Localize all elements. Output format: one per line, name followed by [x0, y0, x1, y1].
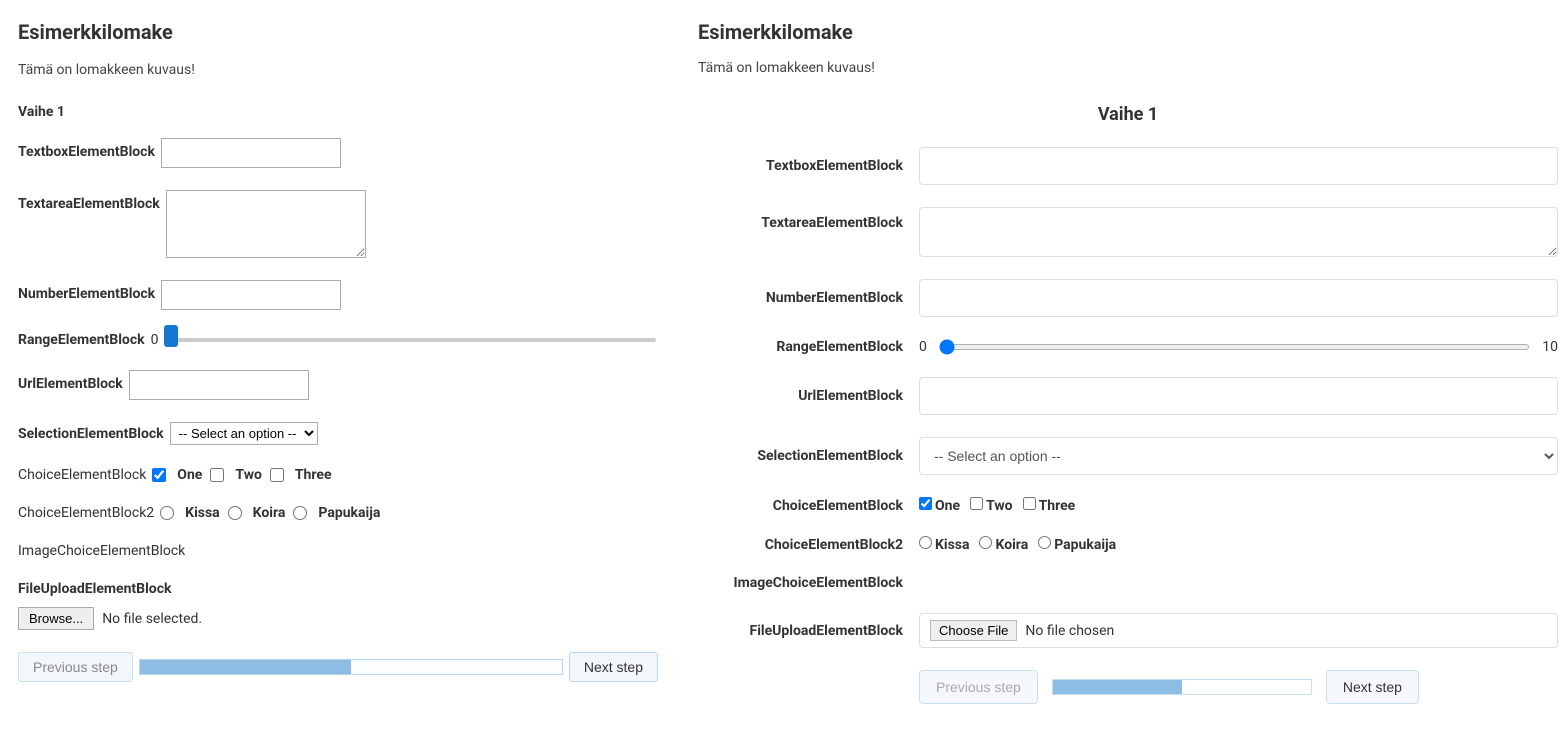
choice2-kissa-radio[interactable] — [160, 506, 174, 520]
textbox-label: TextboxElementBlock — [698, 158, 903, 174]
choice2-kissa-label: Kissa — [185, 505, 219, 521]
choice2-label: ChoiceElementBlock2 — [18, 505, 154, 521]
choice-one-checkbox[interactable] — [152, 468, 166, 482]
choice2-koira-radio[interactable] — [979, 536, 992, 549]
choice-one-label: One — [935, 498, 960, 514]
choice-three-checkbox[interactable] — [1023, 497, 1036, 510]
form-title: Esimerkkilomake — [698, 20, 1558, 44]
previous-step-button[interactable]: Previous step — [18, 652, 133, 682]
progress-fill — [140, 660, 351, 674]
form-title: Esimerkkilomake — [18, 20, 658, 44]
textarea-label: TextareaElementBlock — [698, 207, 903, 231]
range-label: RangeElementBlock — [698, 339, 903, 355]
choice-three-label: Three — [1039, 498, 1076, 514]
form-description: Tämä on lomakkeen kuvaus! — [18, 62, 658, 78]
url-input[interactable] — [919, 377, 1558, 415]
choice-two-label: Two — [986, 498, 1013, 514]
textarea-label: TextareaElementBlock — [18, 190, 160, 212]
choice2-papukaija-label: Papukaija — [1054, 537, 1116, 553]
textbox-input[interactable] — [161, 138, 341, 168]
choice2-group: Kissa Koira Papukaija — [919, 536, 1558, 553]
choice2-koira-label: Koira — [995, 537, 1028, 553]
form-variant-right: Esimerkkilomake Tämä on lomakkeen kuvaus… — [698, 20, 1558, 704]
file-browse-button[interactable]: Choose File — [930, 620, 1017, 641]
textbox-label: TextboxElementBlock — [18, 138, 155, 160]
range-label: RangeElementBlock — [18, 332, 145, 348]
range-max: 10 — [1542, 339, 1558, 355]
file-browse-button[interactable]: Browse... — [18, 607, 94, 630]
url-input[interactable] — [129, 370, 309, 400]
step-nav: Previous step Next step — [18, 652, 658, 682]
selection-input[interactable]: -- Select an option -- — [170, 422, 318, 445]
number-label: NumberElementBlock — [698, 290, 903, 306]
number-input[interactable] — [919, 279, 1558, 317]
choice-label: ChoiceElementBlock — [698, 498, 903, 514]
file-status: No file selected. — [102, 611, 202, 627]
progress-fill — [1053, 680, 1182, 694]
choice-two-label: Two — [235, 467, 262, 483]
form-variant-left: Esimerkkilomake Tämä on lomakkeen kuvaus… — [18, 20, 658, 704]
choice-group: One Two Three — [152, 467, 331, 483]
choice2-kissa-label: Kissa — [935, 537, 969, 553]
fileupload-label: FileUploadElementBlock — [698, 623, 903, 639]
url-label: UrlElementBlock — [698, 388, 903, 404]
selection-label: SelectionElementBlock — [698, 448, 903, 464]
fileupload-label: FileUploadElementBlock — [18, 581, 171, 597]
choice2-label: ChoiceElementBlock2 — [698, 537, 903, 553]
selection-input[interactable]: -- Select an option -- — [919, 437, 1558, 475]
choice-one-checkbox[interactable] — [919, 497, 932, 510]
choice2-papukaija-label: Papukaija — [318, 505, 380, 521]
choice2-papukaija-radio[interactable] — [1038, 536, 1051, 549]
range-input[interactable] — [164, 338, 656, 342]
choice-three-label: Three — [295, 467, 332, 483]
step-heading: Vaihe 1 — [698, 104, 1558, 125]
textarea-input[interactable] — [166, 190, 366, 258]
selection-label: SelectionElementBlock — [18, 426, 164, 442]
choice2-koira-label: Koira — [253, 505, 286, 521]
choice2-group: Kissa Koira Papukaija — [160, 505, 380, 521]
number-input[interactable] — [161, 280, 341, 310]
file-status: No file chosen — [1025, 623, 1114, 639]
form-description: Tämä on lomakkeen kuvaus! — [698, 60, 1558, 76]
imagechoice-label: ImageChoiceElementBlock — [698, 575, 903, 591]
choice-one-label: One — [177, 467, 202, 483]
next-step-button[interactable]: Next step — [1326, 670, 1419, 704]
textarea-input[interactable] — [919, 207, 1558, 257]
step-nav: Previous step Next step — [919, 670, 1558, 704]
choice-three-checkbox[interactable] — [270, 468, 284, 482]
choice2-kissa-radio[interactable] — [919, 536, 932, 549]
range-min: 0 — [919, 339, 927, 355]
url-label: UrlElementBlock — [18, 370, 123, 392]
number-label: NumberElementBlock — [18, 280, 155, 302]
choice-label: ChoiceElementBlock — [18, 467, 146, 483]
progress-bar — [1052, 679, 1312, 695]
next-step-button[interactable]: Next step — [569, 652, 658, 682]
previous-step-button[interactable]: Previous step — [919, 670, 1038, 704]
range-input[interactable] — [939, 344, 1530, 350]
progress-bar — [139, 659, 563, 675]
choice2-papukaija-radio[interactable] — [293, 506, 307, 520]
textbox-input[interactable] — [919, 147, 1558, 185]
step-heading: Vaihe 1 — [18, 104, 658, 120]
imagechoice-label: ImageChoiceElementBlock — [18, 543, 185, 559]
choice2-koira-radio[interactable] — [228, 506, 242, 520]
choice-two-checkbox[interactable] — [210, 468, 224, 482]
choice-group: One Two Three — [919, 497, 1558, 514]
choice-two-checkbox[interactable] — [970, 497, 983, 510]
range-value: 0 — [151, 332, 159, 348]
file-input-wrapper[interactable]: Choose File No file chosen — [919, 613, 1558, 648]
